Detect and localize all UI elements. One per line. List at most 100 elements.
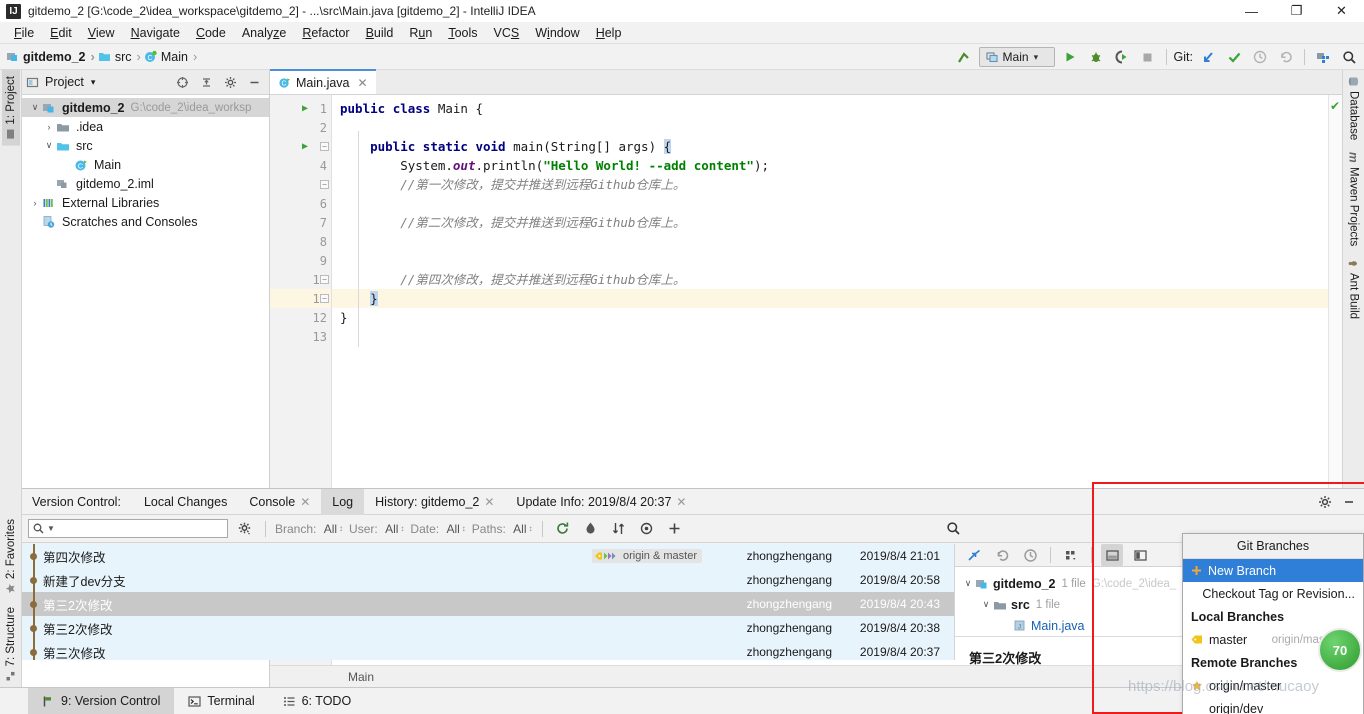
menu-view[interactable]: View [80, 24, 123, 42]
maximize-button[interactable]: ❐ [1274, 0, 1319, 22]
rollback-icon[interactable] [991, 544, 1013, 566]
rollback-icon[interactable] [1275, 46, 1297, 68]
menu-code[interactable]: Code [188, 24, 234, 42]
chevron-down-icon[interactable]: ∨ [28, 102, 42, 113]
tree-item-idea[interactable]: › .idea [22, 117, 269, 136]
chevron-right-icon[interactable]: › [42, 122, 56, 132]
fold-icon[interactable]: − [320, 180, 329, 189]
tree-item-scratches[interactable]: Scratches and Consoles [22, 212, 269, 231]
gear-icon[interactable] [1314, 491, 1336, 513]
menu-file[interactable]: File [6, 24, 42, 42]
breadcrumb-class[interactable]: C Main › [144, 49, 200, 64]
fold-icon[interactable]: − [320, 142, 329, 151]
minimize-button[interactable]: — [1229, 0, 1274, 22]
settings-icon[interactable] [1312, 46, 1334, 68]
menu-vcs[interactable]: VCS [486, 24, 528, 42]
status-tab-terminal[interactable]: Terminal [174, 688, 268, 714]
tab-update-info[interactable]: Update Info: 2019/8/4 20:37 ✕ [505, 489, 697, 515]
collapse-arrows-icon[interactable] [963, 544, 985, 566]
debug-icon[interactable] [1085, 46, 1107, 68]
close-icon[interactable]: ✕ [300, 495, 310, 509]
run-icon[interactable]: ▶ [302, 141, 308, 152]
filter-paths[interactable]: Paths: All ↕ [472, 522, 533, 536]
breadcrumb-project[interactable]: gitdemo_2 › [6, 49, 98, 64]
search-text-field[interactable] [57, 522, 223, 535]
table-row[interactable]: 新建了dev分支 zhongzhengang 2019/8/4 20:58 [22, 568, 954, 592]
log-search-icon[interactable] [942, 518, 964, 540]
hide-panel-icon[interactable] [1338, 491, 1360, 513]
chevron-down-icon[interactable]: ▾ [91, 77, 96, 88]
chevron-down-icon[interactable]: ∨ [42, 140, 56, 151]
table-row[interactable]: 第四次修改 origin & master zhongzhengang 2019… [22, 544, 954, 568]
tree-item-external-libraries[interactable]: › External Libraries [22, 193, 269, 212]
log-settings-icon[interactable] [234, 518, 256, 540]
chevron-right-icon[interactable]: › [28, 198, 42, 208]
sort-icon[interactable] [608, 518, 630, 540]
menu-item-checkout[interactable]: Checkout Tag or Revision... [1183, 582, 1363, 605]
menu-item-new-branch[interactable]: New Branch [1183, 559, 1363, 582]
filter-user[interactable]: User: All ↕ [349, 522, 404, 536]
status-tab-version-control[interactable]: 9: Version Control [28, 687, 175, 714]
refresh-icon[interactable] [552, 518, 574, 540]
update-project-icon[interactable] [1197, 46, 1219, 68]
tab-main-java[interactable]: C Main.java ✕ [270, 69, 376, 94]
run-configuration-selector[interactable]: Main ▾ [978, 47, 1055, 67]
filter-branch[interactable]: Branch: All ↕ [275, 522, 343, 536]
status-tab-todo[interactable]: 6: TODO [269, 688, 366, 714]
menu-help[interactable]: Help [588, 24, 630, 42]
tree-item-gitdemo2[interactable]: ∨ gitdemo_2 G:\code_2\idea_worksp [22, 98, 269, 117]
sidebar-item-structure[interactable]: 7: Structure [2, 601, 20, 687]
run-coverage-icon[interactable] [1111, 46, 1133, 68]
menu-refactor[interactable]: Refactor [294, 24, 357, 42]
close-button[interactable]: ✕ [1319, 0, 1364, 22]
breadcrumb-src[interactable]: src › [98, 49, 144, 64]
table-row[interactable]: 第三次修改 zhongzhengang 2019/8/4 20:37 [22, 640, 954, 660]
table-row[interactable]: 第三2次修改 zhongzhengang 2019/8/4 20:43 [22, 592, 954, 616]
commit-list[interactable]: 第四次修改 origin & master zhongzhengang 2019… [22, 544, 954, 660]
filter-date[interactable]: Date: All ↕ [410, 522, 465, 536]
show-details-icon[interactable] [636, 518, 658, 540]
hide-panel-icon[interactable] [243, 71, 265, 93]
log-search-input[interactable]: ▼ [28, 519, 228, 538]
menu-tools[interactable]: Tools [440, 24, 485, 42]
tree-item-src[interactable]: ∨ src [22, 136, 269, 155]
collapse-all-icon[interactable] [195, 71, 217, 93]
table-row[interactable]: 第三2次修改 zhongzhengang 2019/8/4 20:38 [22, 616, 954, 640]
tab-console[interactable]: Console ✕ [238, 489, 321, 515]
split-view-icon[interactable] [1129, 544, 1151, 566]
editor-breadcrumb-main[interactable]: Main [348, 670, 374, 684]
preview-diff-icon[interactable] [1101, 544, 1123, 566]
history-icon[interactable] [1019, 544, 1041, 566]
run-icon[interactable] [1059, 46, 1081, 68]
branch-badge[interactable]: origin & master [592, 549, 702, 563]
chevron-down-icon[interactable]: ∨ [961, 578, 975, 589]
tree-item-main[interactable]: C Main [22, 155, 269, 174]
menu-run[interactable]: Run [401, 24, 440, 42]
group-by-icon[interactable] [1060, 544, 1082, 566]
add-icon[interactable] [664, 518, 686, 540]
fold-icon[interactable]: − [320, 294, 329, 303]
tab-history[interactable]: History: gitdemo_2 ✕ [364, 489, 505, 515]
locate-icon[interactable] [171, 71, 193, 93]
close-icon[interactable]: ✕ [676, 495, 686, 509]
menu-navigate[interactable]: Navigate [123, 24, 188, 42]
build-icon[interactable] [953, 46, 975, 68]
close-icon[interactable]: ✕ [358, 76, 368, 90]
gear-icon[interactable] [219, 71, 241, 93]
fold-icon[interactable]: − [320, 275, 329, 284]
chevron-down-icon[interactable]: ▼ [47, 524, 55, 533]
branch-item-origin-dev[interactable]: origin/dev [1183, 697, 1363, 714]
sidebar-item-database[interactable]: Database [1345, 70, 1363, 146]
sidebar-item-favorites[interactable]: 2: Favorites [2, 513, 20, 600]
menu-analyze[interactable]: Analyze [234, 24, 294, 42]
tab-local-changes[interactable]: Local Changes [133, 489, 238, 515]
search-everywhere-icon[interactable] [1338, 46, 1360, 68]
sidebar-item-maven[interactable]: m Maven Projects [1344, 146, 1364, 252]
menu-edit[interactable]: Edit [42, 24, 80, 42]
tab-log[interactable]: Log [321, 488, 365, 515]
sidebar-item-project[interactable]: 1: Project [1, 70, 20, 146]
tree-item-iml[interactable]: gitdemo_2.iml [22, 174, 269, 193]
commit-icon[interactable] [1223, 46, 1245, 68]
menu-build[interactable]: Build [358, 24, 402, 42]
history-icon[interactable] [1249, 46, 1271, 68]
